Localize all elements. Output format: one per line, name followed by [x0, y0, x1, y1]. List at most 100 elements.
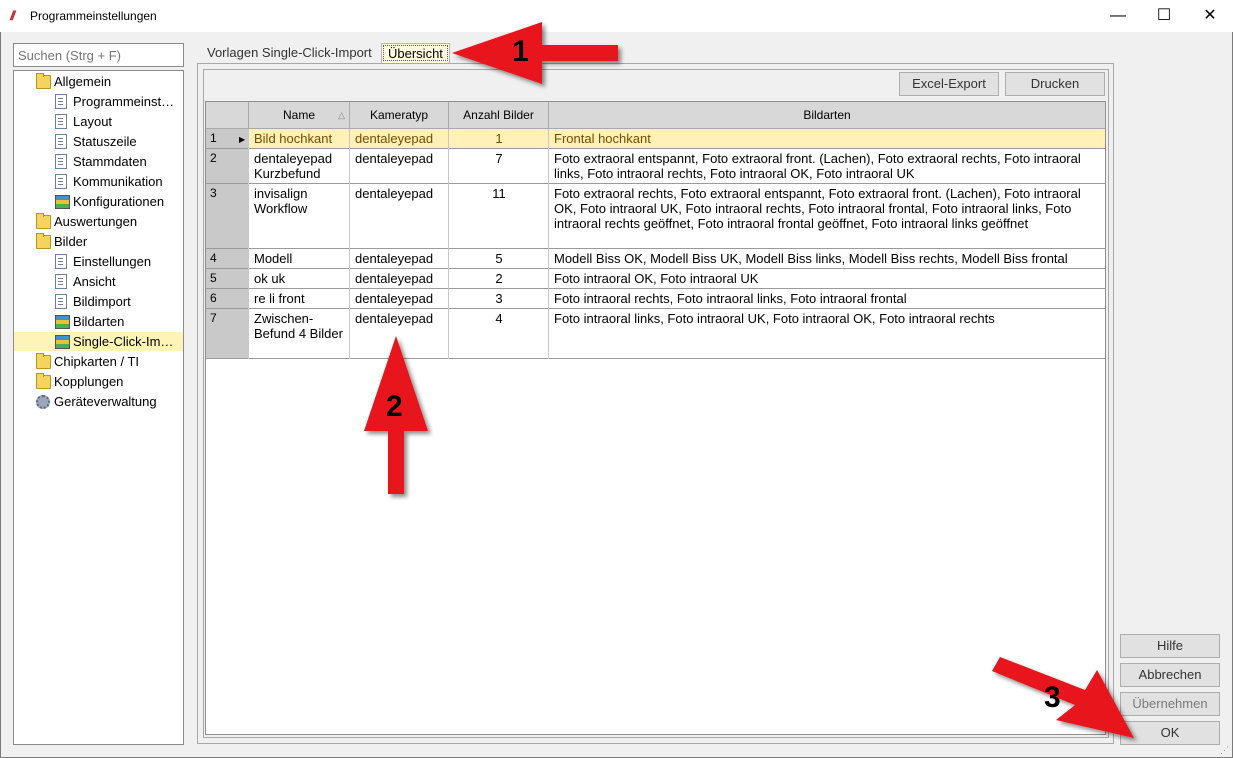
cell-kameratyp[interactable]: dentaleyepad: [350, 291, 449, 306]
minimize-button[interactable]: —: [1095, 0, 1141, 32]
cell-bildarten[interactable]: Frontal hochkant: [549, 131, 1105, 146]
tree-item[interactable]: Kopplungen: [36, 372, 183, 391]
cell-anzahl[interactable]: 1: [449, 131, 549, 146]
cell-bildarten[interactable]: Foto intraoral rechts, Foto intraoral li…: [549, 291, 1105, 306]
maximize-button[interactable]: ☐: [1141, 0, 1187, 32]
table-row[interactable]: 1 ▶ Bild hochkant dentaleyepad 1 Frontal hoch…: [206, 129, 1105, 149]
row-header[interactable]: 3: [206, 184, 249, 248]
row-header[interactable]: 7: [206, 309, 249, 358]
tree-item[interactable]: Geräteverwaltung: [36, 392, 183, 411]
title-bar[interactable]: [0, 0, 1233, 32]
column-header-kameratyp[interactable]: Kameratyp: [350, 102, 449, 129]
stack-icon: [55, 195, 70, 209]
row-header[interactable]: 5: [206, 269, 249, 288]
cell-name[interactable]: ok uk: [249, 271, 350, 286]
tree-item[interactable]: Bilder: [36, 232, 183, 251]
ok-button[interactable]: OK: [1120, 721, 1220, 745]
cell-name[interactable]: dentaleyepad Kurzbefund: [249, 151, 350, 181]
cell-name[interactable]: Bild hochkant: [249, 131, 350, 146]
tree-item[interactable]: Ansicht: [55, 272, 183, 291]
tree-item[interactable]: Single-Click-Im…: [14, 332, 183, 351]
folder-icon: [36, 353, 51, 369]
stack-icon: [55, 335, 70, 349]
tab-vorlagen[interactable]: Vorlagen Single-Click-Import: [201, 43, 378, 63]
tree-item-label: Bildimport: [73, 294, 131, 309]
search-input[interactable]: [13, 43, 184, 67]
help-button[interactable]: Hilfe: [1120, 634, 1220, 658]
annotation-number-2: 2: [386, 390, 403, 423]
row-number: 2: [210, 151, 217, 165]
settings-tree[interactable]: Allgemein Programmeinst… Layout Statuszeile…: [13, 70, 184, 745]
column-header-anzahl[interactable]: Anzahl Bilder: [449, 102, 549, 129]
page-icon: [55, 274, 67, 289]
tree-item[interactable]: Allgemein: [36, 72, 183, 91]
templates-table[interactable]: Name △ Kameratyp Anzahl Bilder Bildarten…: [205, 101, 1106, 735]
cell-name[interactable]: Modell: [249, 251, 350, 266]
cell-kameratyp[interactable]: dentaleyepad: [350, 271, 449, 286]
folder-icon: [36, 73, 51, 89]
tree-item[interactable]: Auswertungen: [36, 212, 183, 231]
excel-export-button[interactable]: Excel-Export: [899, 72, 999, 96]
table-row[interactable]: 7 Zwischen-Befund 4 Bilder dentaleyepad 4 Fo…: [206, 309, 1105, 359]
cell-anzahl[interactable]: 7: [449, 151, 549, 166]
tab-uebersicht[interactable]: Übersicht: [381, 43, 450, 63]
table-row[interactable]: 2 dentaleyepad Kurzbefund dentaleyepad 7 Fot…: [206, 149, 1105, 184]
cell-bildarten[interactable]: Foto intraoral links, Foto intraoral UK,…: [549, 311, 1105, 326]
cell-kameratyp[interactable]: dentaleyepad: [350, 186, 449, 201]
column-header-name-label: Name: [282, 108, 315, 122]
tree-item-label: Chipkarten / TI: [54, 354, 140, 369]
tree-item[interactable]: Konfigurationen: [55, 192, 183, 211]
cell-kameratyp[interactable]: dentaleyepad: [350, 251, 449, 266]
tree-item[interactable]: Stammdaten: [55, 152, 183, 171]
folder-icon: [36, 373, 51, 389]
row-header[interactable]: 2: [206, 149, 249, 183]
row-number: 5: [210, 271, 217, 285]
tree-item[interactable]: Layout: [55, 112, 183, 131]
cancel-button[interactable]: Abbrechen: [1120, 663, 1220, 687]
row-header[interactable]: 4: [206, 249, 249, 268]
cell-name[interactable]: invisalign Workflow: [249, 186, 350, 216]
page-icon: [55, 94, 67, 109]
apply-button[interactable]: Übernehmen: [1120, 692, 1220, 716]
page-icon: [55, 114, 67, 129]
cell-kameratyp[interactable]: dentaleyepad: [350, 131, 449, 146]
close-button[interactable]: ✕: [1187, 0, 1233, 32]
column-header-name[interactable]: Name △: [249, 102, 350, 129]
tree-item[interactable]: Programmeinst…: [55, 92, 183, 111]
sort-ascending-icon: △: [338, 110, 345, 120]
tree-item[interactable]: Chipkarten / TI: [36, 352, 183, 371]
tree-item[interactable]: Statuszeile: [55, 132, 183, 151]
cell-bildarten[interactable]: Modell Biss OK, Modell Biss UK, Modell B…: [549, 251, 1105, 266]
table-row[interactable]: 3 invisalign Workflow dentaleyepad 11 Foto e…: [206, 184, 1105, 249]
print-button[interactable]: Drucken: [1005, 72, 1105, 96]
tree-item-label: Stammdaten: [73, 154, 147, 169]
resize-grip-icon[interactable]: ⋰: [1220, 745, 1230, 755]
table-row[interactable]: 5 ok uk dentaleyepad 2 Foto intraoral OK, Fo…: [206, 269, 1105, 289]
cell-anzahl[interactable]: 3: [449, 291, 549, 306]
app-logo-icon: //: [10, 8, 15, 23]
cell-name[interactable]: Zwischen-Befund 4 Bilder: [249, 311, 350, 341]
cell-name[interactable]: re li front: [249, 291, 350, 306]
cell-bildarten[interactable]: Foto extraoral rechts, Foto extraoral en…: [549, 186, 1105, 231]
table-row[interactable]: 6 re li front dentaleyepad 3 Foto intraoral …: [206, 289, 1105, 309]
cell-anzahl[interactable]: 2: [449, 271, 549, 286]
page-icon: [55, 254, 67, 269]
cell-bildarten[interactable]: Foto extraoral entspannt, Foto extraoral…: [549, 151, 1105, 181]
cell-anzahl[interactable]: 11: [449, 186, 549, 201]
cell-anzahl[interactable]: 4: [449, 311, 549, 326]
column-header-bildarten[interactable]: Bildarten: [549, 102, 1105, 129]
cell-anzahl[interactable]: 5: [449, 251, 549, 266]
tree-item[interactable]: Kommunikation: [55, 172, 183, 191]
tree-item[interactable]: Bildimport: [55, 292, 183, 311]
cell-bildarten[interactable]: Foto intraoral OK, Foto intraoral UK: [549, 271, 1105, 286]
cell-kameratyp[interactable]: dentaleyepad: [350, 151, 449, 166]
tree-item-label: Bildarten: [73, 314, 125, 329]
tree-item-label: Statuszeile: [73, 134, 137, 149]
tree-item[interactable]: Einstellungen: [55, 252, 183, 271]
page-icon: [55, 154, 67, 169]
row-header[interactable]: 1 ▶: [206, 129, 249, 148]
cell-kameratyp[interactable]: dentaleyepad: [350, 311, 449, 326]
table-row[interactable]: 4 Modell dentaleyepad 5 Modell Biss OK, Mode…: [206, 249, 1105, 269]
row-header[interactable]: 6: [206, 289, 249, 308]
tree-item[interactable]: Bildarten: [55, 312, 183, 331]
